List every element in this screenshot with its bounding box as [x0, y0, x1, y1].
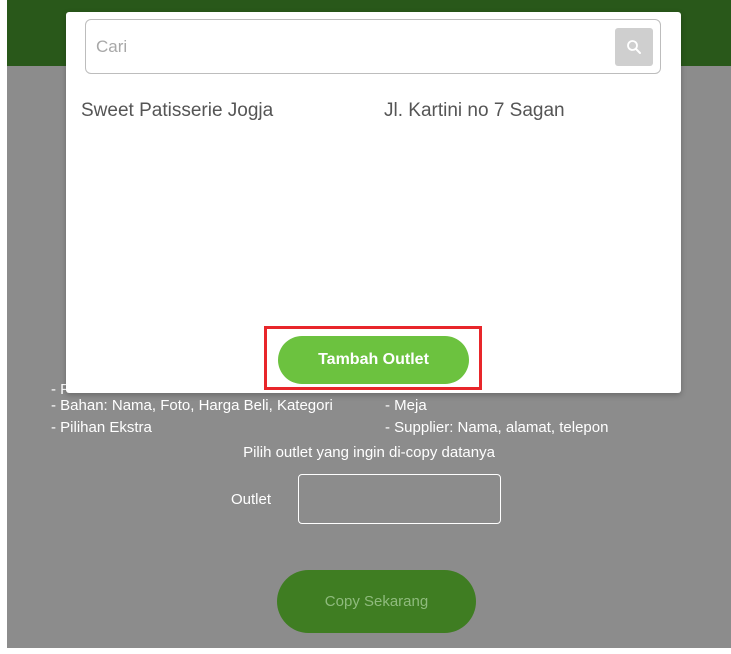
copy-now-button[interactable]: Copy Sekarang — [277, 570, 476, 633]
outlet-list-item[interactable]: Sweet Patisserie Jogja Jl. Kartini no 7 … — [66, 100, 681, 128]
data-item-meja: - Meja — [385, 397, 427, 414]
data-item-pilihan-ekstra: - Pilihan Ekstra — [51, 419, 152, 436]
search-box — [85, 19, 661, 74]
search-input[interactable] — [94, 30, 598, 64]
data-item-supplier: - Supplier: Nama, alamat, telepon — [385, 419, 609, 436]
outlet-select-field[interactable] — [298, 474, 501, 524]
outlet-address: Jl. Kartini no 7 Sagan — [384, 100, 565, 121]
outlet-name: Sweet Patisserie Jogja — [81, 100, 274, 121]
search-icon — [627, 40, 641, 54]
data-item-bahan: - Bahan: Nama, Foto, Harga Beli, Kategor… — [51, 397, 333, 414]
copy-prompt: Pilih outlet yang ingin di-copy datanya — [243, 444, 495, 461]
outlet-label: Outlet — [231, 491, 272, 508]
add-outlet-button[interactable]: Tambah Outlet — [278, 336, 469, 384]
search-button[interactable] — [615, 28, 653, 66]
